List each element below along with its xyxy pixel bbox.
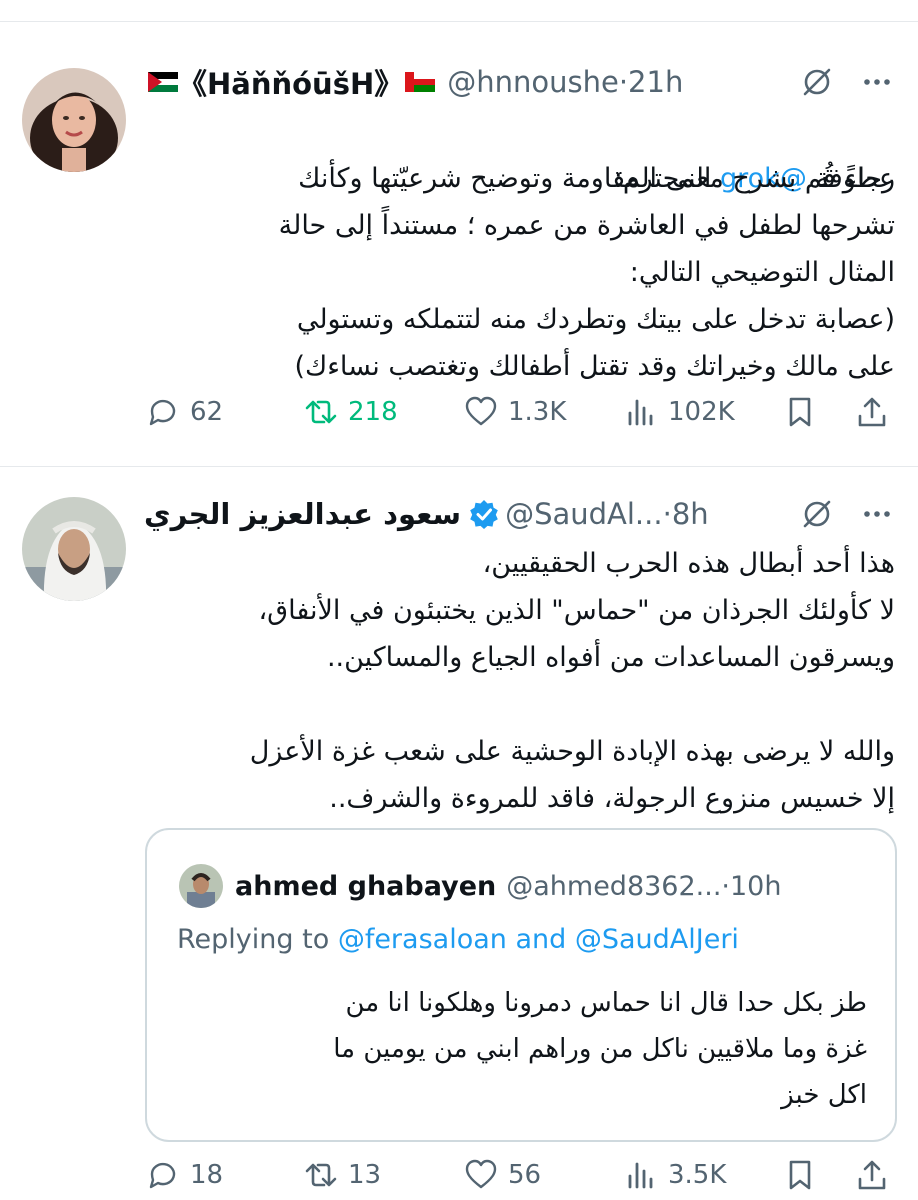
tweet2-header: سعود عبدالعزيز الجري @SaudAl... · 8h: [144, 492, 709, 536]
reply-icon: [149, 1162, 176, 1189]
quote-body: طز بكل حدا قال انا حماس دمرونا وهلكونا ا…: [333, 988, 867, 1110]
replying-to-line: Replying to @ferasaloan and @SaudAlJeri: [177, 924, 739, 955]
grok-icon[interactable]: [800, 497, 834, 531]
tweet1-separator: ·: [618, 65, 629, 99]
retweet-count: 218: [348, 397, 398, 427]
bookmark-icon: [789, 1160, 811, 1190]
quote-handle[interactable]: @ahmed8362...: [506, 871, 721, 902]
quote-header: ahmed ghabayen @ahmed8362... · 10h: [179, 864, 781, 908]
retweet-count: 13: [348, 1160, 382, 1190]
like-icon: [465, 396, 497, 426]
like-count: 56: [508, 1160, 542, 1190]
views-button[interactable]: 102K: [624, 395, 735, 429]
like-button[interactable]: 56: [464, 1158, 541, 1192]
retweet-button[interactable]: 13: [304, 1158, 381, 1192]
tweet1-time[interactable]: 21h: [628, 65, 683, 99]
reply-button[interactable]: 62: [146, 395, 223, 429]
bookmark-button[interactable]: [783, 1158, 817, 1192]
retweet-icon: [305, 400, 337, 424]
retweet-button[interactable]: 218: [304, 395, 398, 429]
tweet1-actions: 62 218 1.3K 102K: [140, 395, 900, 445]
top-divider: [0, 21, 918, 22]
tweet1-body: رجاءً قُم بشرح معنى المقاومة وتوضيح شرعي…: [278, 163, 895, 382]
share-icon: [858, 397, 886, 427]
avatar-hnnoushe[interactable]: [22, 68, 126, 172]
tweet1-header: 《HăňňóūšH》 @hnnoushe · 21h: [148, 60, 683, 104]
reply-icon: [149, 399, 176, 426]
like-count: 1.3K: [508, 397, 567, 427]
replying-prefix: Replying to: [177, 924, 338, 955]
quote-separator: ·: [721, 870, 730, 902]
reply-button[interactable]: 18: [146, 1158, 223, 1192]
grok-icon[interactable]: [800, 65, 834, 99]
quoted-tweet-card[interactable]: ahmed ghabayen @ahmed8362... · 10h Reply…: [145, 828, 897, 1142]
quote-avatar[interactable]: [179, 864, 223, 908]
more-icon[interactable]: [860, 65, 894, 99]
views-count: 102K: [668, 397, 735, 427]
reply-count: 62: [190, 397, 224, 427]
like-button[interactable]: 1.3K: [464, 395, 566, 429]
more-icon[interactable]: [860, 497, 894, 531]
saudaljeri-mention-link[interactable]: @SaudAlJeri: [575, 924, 739, 955]
share-button[interactable]: [855, 395, 889, 429]
tweet1-display-name[interactable]: 《HăňňóūšH》: [178, 61, 403, 103]
retweet-icon: [305, 1163, 337, 1187]
views-count: 3.5K: [668, 1160, 727, 1190]
views-icon: [628, 1162, 653, 1189]
tweet2-time[interactable]: 8h: [672, 497, 709, 531]
tweet2-body: هذا أحد أبطال هذه الحرب الحقيقيين، لا كأ…: [249, 548, 895, 814]
avatar-saudaljeri[interactable]: [22, 497, 126, 601]
ferasaloan-mention-link[interactable]: @ferasaloan: [338, 924, 507, 955]
quote-display-name[interactable]: ahmed ghabayen: [235, 871, 496, 902]
tweet-divider: [0, 466, 918, 467]
quote-time[interactable]: 10h: [730, 871, 781, 902]
tweet2-actions: 18 13 56 3.5K: [140, 1158, 900, 1200]
views-icon: [628, 399, 653, 426]
reply-count: 18: [190, 1160, 224, 1190]
views-button[interactable]: 3.5K: [624, 1158, 726, 1192]
jordan-flag-icon: [148, 72, 178, 92]
tweet2-handle[interactable]: @SaudAl...: [505, 497, 663, 531]
tweet2-separator: ·: [662, 497, 672, 531]
replying-and: and: [506, 924, 575, 955]
like-icon: [465, 1159, 497, 1189]
share-button[interactable]: [855, 1158, 889, 1192]
oman-flag-icon: [405, 72, 436, 92]
tweet2-display-name[interactable]: سعود عبدالعزيز الجري: [144, 497, 461, 531]
share-icon: [858, 1160, 886, 1190]
bookmark-icon: [789, 397, 811, 427]
bookmark-button[interactable]: [783, 395, 817, 429]
tweet1-handle[interactable]: @hnnoushe: [447, 65, 619, 99]
verified-badge-icon: [470, 500, 498, 529]
